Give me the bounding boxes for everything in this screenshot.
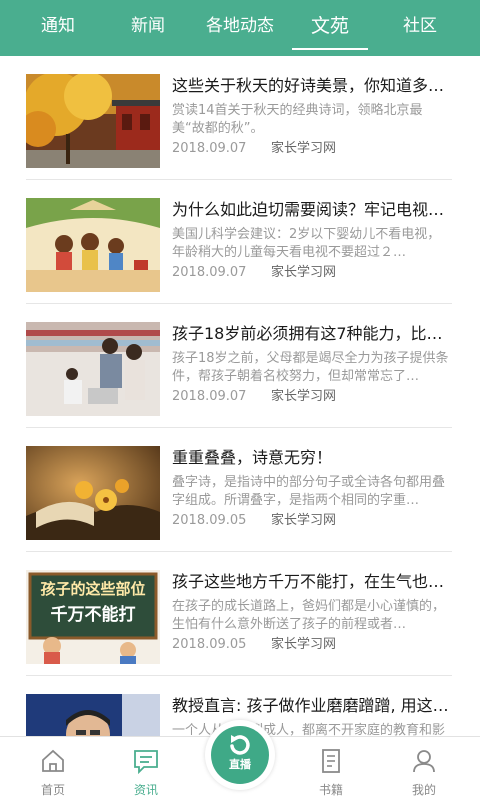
tab-news[interactable]: 新闻 (104, 0, 192, 56)
live-refresh-icon (230, 735, 250, 755)
article-title[interactable]: 为什么如此迫切需要阅读？牢记电视… (172, 198, 452, 222)
article-source: 家长学习网 (271, 141, 337, 156)
autumn-temple-image (26, 74, 160, 168)
article-date: 2018.09.05 (172, 637, 247, 652)
article-title[interactable]: 孩子这些地方千万不能打，在生气也… (172, 570, 452, 594)
bottom-tab-home[interactable]: 首页 (13, 737, 93, 800)
article-source: 家长学习网 (271, 265, 337, 280)
bottom-tab-label: 首页 (40, 783, 65, 797)
bottom-tab-news[interactable]: 资讯 (106, 737, 186, 800)
top-tab-bar: 通知 新闻 各地动态 文苑 社区 (0, 0, 480, 56)
article-summary: 美国儿科学会建议：2岁以下婴幼儿不看电视，年龄稍大的儿童每天看电视不要超过２… (172, 227, 441, 260)
article-date: 2018.09.05 (172, 513, 247, 528)
article-title[interactable]: 重重叠叠，诗意无穷！ (172, 446, 452, 470)
home-icon (42, 749, 64, 772)
article-summary: 孩子18岁之前，父母都是竭尽全力为孩子提供条件，帮孩子朝着名校努力，但却常常忘了… (172, 351, 449, 384)
list-item[interactable]: 为什么如此迫切需要阅读？牢记电视… 美国儿科学会建议：2岁以下婴幼儿不看电视，年… (0, 180, 480, 304)
bottom-tab-books[interactable]: 书籍 (291, 737, 371, 800)
family-shopping-photo (26, 322, 160, 416)
article-title[interactable]: 教授直言: 孩子做作业磨磨蹭蹭, 用这… (172, 694, 452, 718)
list-item[interactable]: 这些关于秋天的好诗美景，你知道多… 赏读14首关于秋天的经典诗词，领略北京最美“… (0, 56, 480, 180)
article-source: 家长学习网 (271, 637, 337, 652)
article-source: 家长学习网 (271, 389, 337, 404)
user-icon (413, 750, 435, 773)
article-summary: 在孩子的成长道路上，爸妈们都是小心谨慎的，生怕有什么意外断送了孩子的前程或者… (172, 599, 446, 632)
article-title[interactable]: 孩子18岁前必须拥有这7种能力，比… (172, 322, 452, 346)
tab-notice[interactable]: 通知 (14, 0, 102, 56)
bottom-tab-label: 资讯 (133, 783, 158, 797)
bottom-tab-mine[interactable]: 我的 (384, 737, 464, 800)
book-flowers-photo (26, 446, 160, 540)
tab-community[interactable]: 社区 (378, 0, 462, 56)
live-button-label: 直播 (229, 758, 251, 771)
professor-portrait-photo (26, 694, 160, 736)
tab-local-news[interactable]: 各地动态 (190, 0, 290, 56)
list-item[interactable]: 孩子的这些部位 千万不能打 孩子这些地方千万不能打，在生气也… 在孩子的成长道路… (0, 552, 480, 676)
children-reading-illustration (26, 198, 160, 292)
article-date: 2018.09.07 (172, 265, 247, 280)
live-button[interactable]: 直播 (205, 720, 275, 790)
book-icon (322, 749, 340, 773)
article-title[interactable]: 这些关于秋天的好诗美景，你知道多… (172, 74, 452, 98)
active-tab-indicator (292, 48, 368, 50)
bottom-tab-label: 我的 (411, 783, 436, 797)
list-item[interactable]: 重重叠叠，诗意无穷！ 叠字诗，是指诗中的部分句子或全诗各句都用叠字组成。所谓叠字… (0, 428, 480, 552)
article-source: 家长学习网 (271, 513, 337, 528)
article-date: 2018.09.07 (172, 141, 247, 156)
chalkboard-sign-image: 孩子的这些部位 千万不能打 (26, 570, 160, 664)
chalkboard-text-1: 孩子的这些部位 (40, 580, 145, 598)
article-summary: 叠字诗，是指诗中的部分句子或全诗各句都用叠字组成。所谓叠字，是指两个相同的字重… (172, 475, 446, 508)
list-item[interactable]: 孩子18岁前必须拥有这7种能力，比… 孩子18岁之前，父母都是竭尽全力为孩子提供… (0, 304, 480, 428)
article-date: 2018.09.07 (172, 389, 247, 404)
news-icon (134, 750, 158, 775)
article-summary: 赏读14首关于秋天的经典诗词，领略北京最美“故都的秋”。 (172, 103, 423, 136)
article-list[interactable]: 这些关于秋天的好诗美景，你知道多… 赏读14首关于秋天的经典诗词，领略北京最美“… (0, 56, 480, 736)
chalkboard-text-2: 千万不能打 (51, 604, 136, 625)
bottom-tab-label: 书籍 (318, 783, 343, 797)
